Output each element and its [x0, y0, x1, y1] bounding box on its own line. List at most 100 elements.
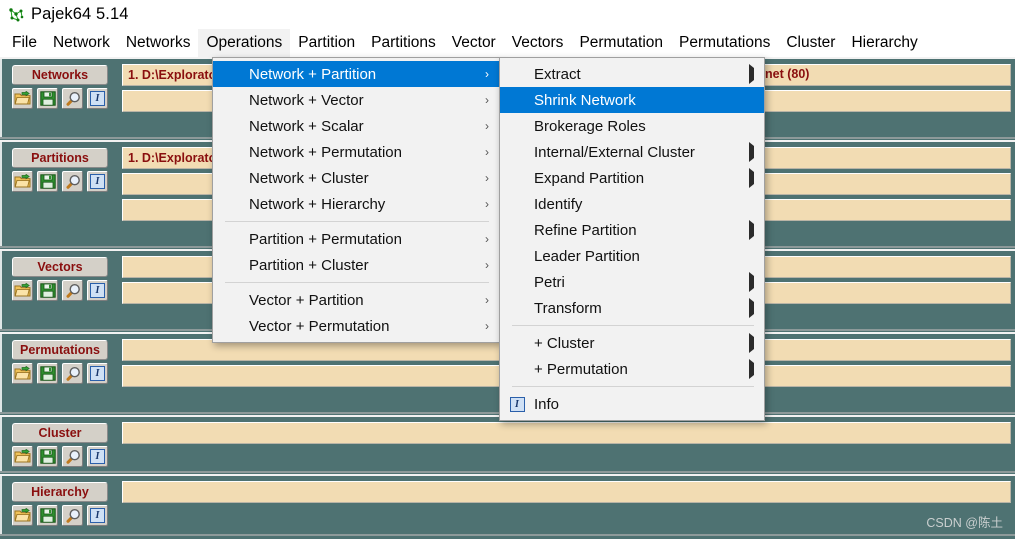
- menubar-item-hierarchy[interactable]: Hierarchy: [843, 29, 925, 57]
- menubar-item-vectors[interactable]: Vectors: [504, 29, 572, 57]
- info-icon[interactable]: I: [87, 505, 108, 526]
- open-folder-icon[interactable]: [12, 363, 33, 384]
- panel-permutations-toolbar[interactable]: I: [12, 363, 108, 384]
- open-folder-icon[interactable]: [12, 280, 33, 301]
- info-icon[interactable]: I: [87, 280, 108, 301]
- panel-hierarchy-header: Hierarchy I: [12, 482, 108, 526]
- triangle-right-icon: [749, 332, 754, 353]
- magnifier-icon[interactable]: [62, 446, 83, 467]
- menu-label: Shrink Network: [534, 91, 636, 109]
- info-icon[interactable]: I: [87, 88, 108, 109]
- menu-item-network-hierarchy[interactable]: Network + Hierarchy ›: [213, 191, 499, 217]
- submenu-item-refine-partition[interactable]: Refine Partition: [500, 217, 764, 243]
- magnifier-icon[interactable]: [62, 363, 83, 384]
- menu-item-partition-cluster[interactable]: Partition + Cluster ›: [213, 252, 499, 278]
- panel-cluster: Cluster I: [0, 415, 1015, 473]
- magnifier-icon[interactable]: [62, 171, 83, 192]
- menubar-item-permutations[interactable]: Permutations: [671, 29, 778, 57]
- hierarchy-field-1[interactable]: [122, 481, 1011, 503]
- menu-operations-dropdown[interactable]: Network + Partition › Network + Vector ›…: [212, 57, 500, 343]
- submenu-item-extract[interactable]: Extract: [500, 61, 764, 87]
- menu-item-network-partition[interactable]: Network + Partition ›: [213, 61, 499, 87]
- submenu-item-info[interactable]: I Info: [500, 391, 764, 417]
- panel-cluster-toolbar[interactable]: I: [12, 446, 108, 467]
- open-folder-icon[interactable]: [12, 505, 33, 526]
- magnifier-icon[interactable]: [62, 505, 83, 526]
- chevron-right-icon: ›: [485, 258, 489, 272]
- menubar-item-partitions[interactable]: Partitions: [363, 29, 444, 57]
- submenu-item-brokerage-roles[interactable]: Brokerage Roles: [500, 113, 764, 139]
- watermark: CSDN @陈土: [926, 516, 1003, 530]
- menu-separator: [512, 325, 754, 326]
- menu-item-network-cluster[interactable]: Network + Cluster ›: [213, 165, 499, 191]
- window-title: Pajek64 5.14: [31, 5, 129, 23]
- cluster-field-1[interactable]: [122, 422, 1011, 444]
- panel-vectors-title: Vectors: [12, 257, 108, 277]
- submenu-item-petri[interactable]: Petri: [500, 269, 764, 295]
- submenu-item-plus-cluster[interactable]: + Cluster: [500, 330, 764, 356]
- menubar-item-operations[interactable]: Operations: [198, 29, 291, 57]
- submenu-item-leader-partition[interactable]: Leader Partition: [500, 243, 764, 269]
- menubar-item-file[interactable]: File: [4, 29, 45, 57]
- menu-label: Partition + Cluster: [249, 256, 369, 274]
- panel-vectors-toolbar[interactable]: I: [12, 280, 108, 301]
- save-disk-icon[interactable]: [37, 280, 58, 301]
- menubar-item-partition[interactable]: Partition: [290, 29, 363, 57]
- save-disk-icon[interactable]: [37, 171, 58, 192]
- menu-label: Network + Scalar: [249, 117, 364, 135]
- menu-separator: [225, 221, 489, 222]
- info-icon[interactable]: I: [87, 171, 108, 192]
- menubar-item-vector[interactable]: Vector: [444, 29, 504, 57]
- save-disk-icon[interactable]: [37, 446, 58, 467]
- chevron-right-icon: ›: [485, 145, 489, 159]
- submenu-item-internal-external-cluster[interactable]: Internal/External Cluster: [500, 139, 764, 165]
- open-folder-icon[interactable]: [12, 446, 33, 467]
- menubar-item-permutation[interactable]: Permutation: [571, 29, 671, 57]
- save-disk-icon[interactable]: [37, 88, 58, 109]
- info-icon[interactable]: I: [87, 363, 108, 384]
- menubar-item-networks[interactable]: Networks: [118, 29, 199, 57]
- submenu-item-shrink-network[interactable]: Shrink Network: [500, 87, 764, 113]
- menu-label: Info: [534, 395, 560, 413]
- menu-item-vector-permutation[interactable]: Vector + Permutation ›: [213, 313, 499, 339]
- info-icon[interactable]: I: [87, 446, 108, 467]
- menu-separator: [512, 386, 754, 387]
- submenu-item-identify[interactable]: Identify: [500, 191, 764, 217]
- menu-item-vector-partition[interactable]: Vector + Partition ›: [213, 287, 499, 313]
- submenu-item-transform[interactable]: Transform: [500, 295, 764, 321]
- menubar-item-network[interactable]: Network: [45, 29, 118, 57]
- magnifier-icon[interactable]: [62, 280, 83, 301]
- save-disk-icon[interactable]: [37, 363, 58, 384]
- panel-hierarchy-toolbar[interactable]: I: [12, 505, 108, 526]
- open-folder-icon[interactable]: [12, 171, 33, 192]
- info-glyph: I: [509, 396, 525, 412]
- menu-label: Network + Permutation: [249, 143, 402, 161]
- save-disk-icon[interactable]: [37, 505, 58, 526]
- triangle-right-icon: [749, 141, 754, 162]
- menu-item-partition-permutation[interactable]: Partition + Permutation ›: [213, 226, 499, 252]
- menu-label: Vector + Permutation: [249, 317, 390, 335]
- menu-bar[interactable]: File Network Networks Operations Partiti…: [0, 29, 1015, 57]
- chevron-right-icon: ›: [485, 232, 489, 246]
- info-glyph: I: [90, 508, 105, 523]
- panel-partitions-header: Partitions I: [12, 148, 108, 192]
- submenu-item-expand-partition[interactable]: Expand Partition: [500, 165, 764, 191]
- menubar-item-cluster[interactable]: Cluster: [778, 29, 843, 57]
- panel-partitions-toolbar[interactable]: I: [12, 171, 108, 192]
- info-glyph: I: [90, 449, 105, 464]
- menu-network-partition-submenu[interactable]: Extract Shrink Network Brokerage Roles I…: [499, 57, 765, 421]
- panel-cluster-fields: [122, 422, 1011, 448]
- menu-item-network-scalar[interactable]: Network + Scalar ›: [213, 113, 499, 139]
- panel-networks-header: Networks I: [12, 65, 108, 109]
- submenu-item-plus-permutation[interactable]: + Permutation: [500, 356, 764, 382]
- menu-item-network-vector[interactable]: Network + Vector ›: [213, 87, 499, 113]
- panel-networks-toolbar[interactable]: I: [12, 88, 108, 109]
- magnifier-icon[interactable]: [62, 88, 83, 109]
- panel-permutations-title: Permutations: [12, 340, 108, 360]
- title-bar: Pajek64 5.14: [0, 0, 1015, 29]
- open-folder-icon[interactable]: [12, 88, 33, 109]
- menu-label: Transform: [534, 299, 602, 317]
- pajek-network-icon: [7, 6, 25, 24]
- menu-label: Partition + Permutation: [249, 230, 402, 248]
- menu-item-network-permutation[interactable]: Network + Permutation ›: [213, 139, 499, 165]
